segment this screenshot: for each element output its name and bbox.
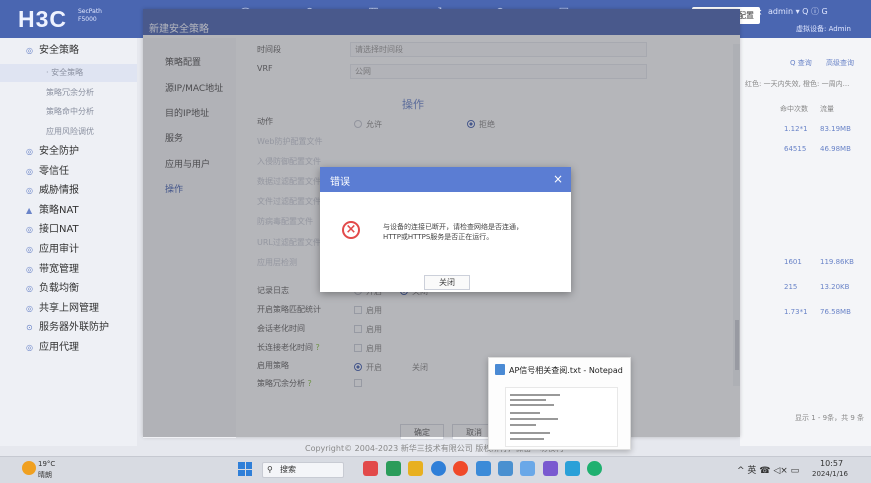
row-flow: 119.86KB (820, 258, 854, 266)
error-message: 与设备的连接已断开，请检查网络是否连通， HTTP或HTTPS服务是否正在运行。 (383, 223, 523, 241)
error-dialog-header (320, 167, 571, 192)
row-flow: 83.19MB (820, 125, 851, 133)
clock-time[interactable]: 10:57 (820, 459, 843, 468)
row-flow: 46.98MB (820, 145, 851, 153)
row-flow: 76.58MB (820, 308, 851, 316)
sidebar-item-0[interactable]: ◎ 安全策略 (0, 42, 137, 60)
menu-icon: ⊙ (26, 323, 33, 332)
sidebar-item-7[interactable]: ◎ 威胁情报 (0, 182, 137, 200)
virtual-device-label: 虚拟设备: Admin (796, 25, 851, 33)
sidebar-item-label: 负载均衡 (39, 283, 79, 294)
sidebar-item-label: 服务器外联防护 (39, 322, 109, 333)
sidebar-item-1[interactable]: · 安全策略 (0, 64, 137, 82)
sidebar-item-label: 零信任 (39, 166, 69, 177)
col-hits-header: 命中次数 (780, 105, 808, 113)
sidebar-item-label: 应用代理 (39, 342, 79, 353)
sidebar-item-label: 安全策略 (39, 45, 79, 56)
start-icon[interactable] (238, 462, 252, 476)
notepad-preview[interactable]: AP信号相关查阅.txt - Notepad (488, 357, 631, 450)
col-flow-header: 流量 (820, 105, 834, 113)
menu-icon: ◎ (26, 304, 33, 313)
menu-icon: ◎ (26, 225, 33, 234)
app-icon-1[interactable] (363, 461, 378, 476)
sidebar-item-label: · 安全策略 (46, 68, 84, 77)
sidebar-item-13[interactable]: ◎ 共享上网管理 (0, 300, 137, 318)
product-name: SecPath F5000 (78, 8, 102, 23)
sidebar-item-label: 策略冗余分析 (46, 88, 94, 97)
error-dialog-title: 错误 (330, 177, 350, 188)
weather-description[interactable]: 晴朗 (38, 470, 52, 480)
row-hits: 215 (784, 283, 798, 291)
sidebar-item-15[interactable]: ◎ 应用代理 (0, 339, 137, 357)
sidebar-item-10[interactable]: ◎ 应用审计 (0, 241, 137, 259)
sidebar-item-label: 策略NAT (39, 205, 79, 216)
app-icon-11[interactable] (587, 461, 602, 476)
menu-icon: ◎ (26, 284, 33, 293)
h3c-logo: H3C (18, 6, 68, 32)
query-button[interactable]: Q 查询 (790, 58, 812, 68)
notice-close-icon[interactable]: × (755, 8, 763, 18)
sidebar-item-4[interactable]: 应用风险调优 (0, 123, 137, 141)
sidebar-item-label: 策略命中分析 (46, 107, 94, 116)
app-icon-2[interactable] (386, 461, 401, 476)
sidebar-item-14[interactable]: ⊙ 服务器外联防护 (0, 319, 137, 337)
weather-temperature[interactable]: 19°C (38, 460, 55, 468)
notepad-content-thumbnail (505, 387, 618, 447)
sidebar-item-label: 威胁情报 (39, 185, 79, 196)
chrome-icon[interactable] (453, 461, 468, 476)
error-close-button[interactable]: 关闭 (424, 275, 470, 290)
row-hits: 64515 (784, 145, 807, 153)
advanced-query-button[interactable]: 高级查询 (826, 58, 854, 68)
sidebar-item-12[interactable]: ◎ 负载均衡 (0, 280, 137, 298)
menu-icon: ◎ (26, 245, 33, 254)
close-icon[interactable]: × (553, 172, 563, 186)
search-icon: ⚲ (267, 465, 273, 474)
app-icon-9[interactable] (543, 461, 558, 476)
legend-text: 红色: 一天内失效, 橙色: 一周内... (745, 80, 850, 88)
notepad-icon (495, 364, 505, 375)
menu-icon: ◎ (26, 167, 33, 176)
sidebar-item-3[interactable]: 策略命中分析 (0, 103, 137, 121)
sidebar-item-8[interactable]: ▲ 策略NAT (0, 202, 137, 220)
row-hits: 1.12*1 (784, 125, 808, 133)
menu-icon: ▲ (26, 206, 33, 215)
sidebar-item-label: 应用审计 (39, 244, 79, 255)
notepad-taskbar-icon[interactable] (520, 461, 535, 476)
edge-icon[interactable] (431, 461, 446, 476)
weather-icon[interactable] (22, 461, 36, 475)
sidebar-item-label: 接口NAT (39, 224, 79, 235)
clock-date[interactable]: 2024/1/16 (812, 470, 848, 478)
app-icon-7[interactable] (498, 461, 513, 476)
sidebar-item-11[interactable]: ◎ 带宽管理 (0, 261, 137, 279)
sidebar-item-5[interactable]: ◎ 安全防护 (0, 143, 137, 161)
sidebar-item-label: 应用风险调优 (46, 127, 94, 136)
sidebar-item-6[interactable]: ◎ 零信任 (0, 163, 137, 181)
system-tray[interactable]: ^ 英 ☎ ◁× ▭ (737, 463, 799, 476)
error-dialog: 错误 × × 与设备的连接已断开，请检查网络是否连通， HTTP或HTTPS服务是… (320, 167, 571, 292)
menu-icon: ◎ (26, 343, 33, 352)
row-flow: 13.20KB (820, 283, 850, 291)
sidebar-item-label: 带宽管理 (39, 264, 79, 275)
sidebar-item-label: 安全防护 (39, 146, 79, 157)
sidebar-item-9[interactable]: ◎ 接口NAT (0, 221, 137, 239)
menu-icon: ◎ (26, 46, 33, 55)
app-icon-10[interactable] (565, 461, 580, 476)
menu-icon: ◎ (26, 147, 33, 156)
user-menu[interactable]: admin ▾ Q ⓘ G (768, 6, 828, 17)
pager-info: 显示 1 - 9条，共 9 条 (795, 414, 865, 422)
policy-list-panel (740, 38, 871, 446)
notepad-title: AP信号相关查阅.txt - Notepad (509, 366, 623, 375)
row-hits: 1601 (784, 258, 802, 266)
row-hits: 1.73*1 (784, 308, 808, 316)
folder-icon[interactable] (408, 461, 423, 476)
sidebar-item-label: 共享上网管理 (39, 303, 99, 314)
error-icon: × (342, 221, 360, 239)
taskbar-search[interactable]: ⚲ 搜索 (262, 462, 344, 478)
sidebar-item-2[interactable]: 策略冗余分析 (0, 84, 137, 102)
app-icon-6[interactable] (476, 461, 491, 476)
menu-icon: ◎ (26, 186, 33, 195)
menu-icon: ◎ (26, 265, 33, 274)
